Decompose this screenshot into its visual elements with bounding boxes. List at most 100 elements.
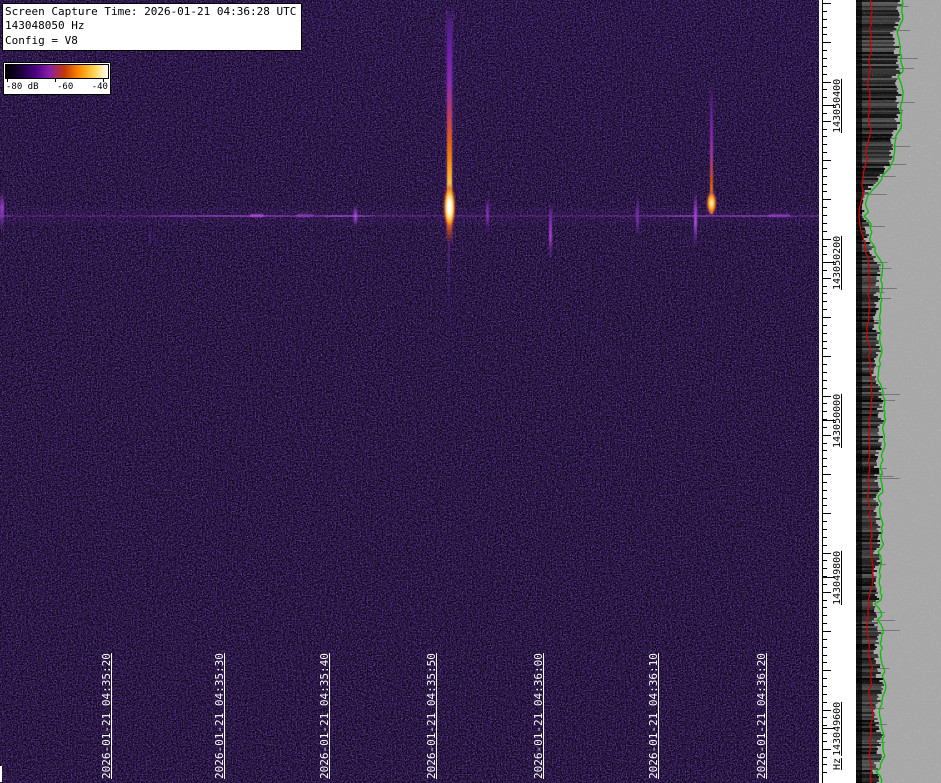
freq-minor-tick [823, 66, 827, 67]
freq-minor-tick [823, 58, 827, 59]
freq-minor-tick [823, 584, 827, 585]
freq-minor-tick [823, 639, 827, 640]
freq-minor-tick [823, 686, 827, 687]
freq-minor-tick [823, 121, 831, 122]
noise-texture [0, 0, 819, 783]
screen-capture-window: 2026-01-21 04:35:202026-01-21 04:35:3020… [0, 0, 941, 783]
freq-minor-tick [823, 560, 827, 561]
frequency-axis-line [822, 0, 823, 783]
frequency-label: 143048050 Hz [5, 19, 296, 33]
freq-minor-tick [823, 482, 827, 483]
freq-minor-tick [823, 631, 831, 632]
freq-minor-tick [823, 113, 827, 114]
db-max-label: -40 [92, 82, 108, 92]
freq-minor-tick [823, 607, 827, 608]
freq-minor-tick [823, 647, 827, 648]
echo-blob-main [443, 183, 456, 231]
freq-minor-tick [823, 474, 831, 475]
freq-minor-tick [823, 168, 827, 169]
freq-tick-label: 143050200 [832, 236, 843, 290]
freq-minor-tick [823, 435, 831, 436]
freq-minor-tick [823, 215, 827, 216]
carrier-dash-3 [768, 214, 790, 217]
db-mid-label: -60 [57, 82, 73, 92]
freq-minor-tick [823, 717, 827, 718]
freq-minor-tick [823, 74, 827, 75]
freq-minor-tick [823, 97, 827, 98]
freq-minor-tick [823, 191, 827, 192]
color-gradient-bar [5, 64, 109, 79]
freq-minor-tick [823, 749, 831, 750]
freq-minor-tick [823, 136, 827, 137]
freq-minor-tick [823, 600, 827, 601]
time-tick-label: 2026-01-21 04:35:40 [318, 653, 331, 779]
freq-minor-tick [823, 11, 827, 12]
time-tick-label: 2026-01-21 04:35:30 [213, 653, 226, 779]
freq-minor-tick [823, 325, 827, 326]
frequency-axis: 1430504001430502001430500001430498001430… [819, 0, 856, 783]
spectrogram-waterfall: 2026-01-21 04:35:202026-01-21 04:35:3020… [0, 0, 819, 783]
echo-streak-minor-d [694, 192, 697, 248]
freq-minor-tick [823, 592, 831, 593]
freq-minor-tick [823, 207, 827, 208]
freq-minor-tick [823, 380, 827, 381]
freq-minor-tick [823, 223, 827, 224]
freq-minor-tick [823, 293, 827, 294]
freq-tick-label: 143049600 [832, 702, 843, 756]
legend-ticks [5, 79, 109, 82]
freq-minor-tick [823, 356, 831, 357]
freq-tick-label: 143049800 [832, 551, 843, 605]
freq-minor-tick [823, 286, 827, 287]
echo-blob-second [706, 190, 717, 216]
freq-unit-label: Hz [832, 758, 843, 770]
spectrum-graph-panel [856, 0, 941, 783]
freq-minor-tick [823, 498, 827, 499]
freq-minor-tick [823, 82, 831, 83]
carrier-dash-2 [296, 214, 314, 217]
freq-minor-tick [823, 309, 827, 310]
freq-minor-tick [823, 655, 827, 656]
freq-minor-tick [823, 545, 827, 546]
freq-minor-tick [823, 443, 827, 444]
capture-info-box: Screen Capture Time: 2026-01-21 04:36:28… [2, 3, 302, 51]
freq-minor-tick [823, 372, 827, 373]
freq-minor-tick [823, 348, 827, 349]
freq-minor-tick [823, 678, 827, 679]
freq-minor-tick [823, 466, 827, 467]
freq-minor-tick [823, 129, 827, 130]
freq-minor-tick [823, 333, 827, 334]
echo-streak-minor-c [636, 195, 639, 237]
freq-minor-tick [823, 757, 827, 758]
time-tick-label: 2026-01-21 04:35:50 [425, 653, 438, 779]
config-label: Config = V8 [5, 34, 296, 48]
carrier-dash-1 [250, 214, 264, 217]
freq-minor-tick [823, 50, 827, 51]
freq-minor-tick [823, 34, 827, 35]
freq-minor-tick [823, 3, 831, 4]
freq-minor-tick [823, 176, 827, 177]
freq-minor-tick [823, 537, 827, 538]
freq-minor-tick [823, 427, 827, 428]
freq-minor-tick [823, 246, 827, 247]
freq-minor-tick [823, 725, 827, 726]
freq-minor-tick [823, 490, 827, 491]
freq-minor-tick [823, 278, 831, 279]
echo-tail-main [448, 242, 450, 367]
freq-minor-tick [823, 568, 827, 569]
freq-minor-tick [823, 662, 827, 663]
freq-minor-tick [823, 317, 831, 318]
freq-minor-tick [823, 521, 827, 522]
freq-minor-tick [823, 529, 827, 530]
freq-minor-tick [823, 239, 831, 240]
time-tick-label: 2026-01-21 04:36:20 [755, 653, 768, 779]
freq-minor-tick [823, 513, 831, 514]
freq-tick-label: 143050000 [832, 394, 843, 448]
capture-time-label: Screen Capture Time: 2026-01-21 04:36:28… [5, 5, 296, 19]
freq-minor-tick [823, 505, 827, 506]
color-scale-legend: -80 dB -60 -40 [3, 62, 111, 95]
freq-minor-tick [823, 184, 827, 185]
freq-minor-tick [823, 364, 827, 365]
freq-minor-tick [823, 388, 827, 389]
freq-minor-tick [823, 450, 827, 451]
freq-minor-tick [823, 160, 831, 161]
